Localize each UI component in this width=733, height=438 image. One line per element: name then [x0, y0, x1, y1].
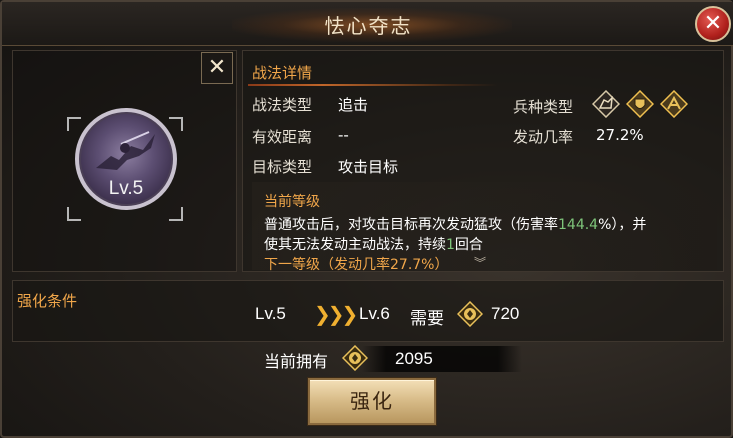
close-icon: ✕ — [703, 11, 723, 36]
next-level-text[interactable]: 下一等级（发动几率27.7%） — [264, 254, 448, 274]
cross-icon: ✕ — [207, 55, 227, 80]
skill-type-label: 战法类型 — [252, 96, 313, 114]
description-text: 使其无法发动主动战法，持续 — [264, 237, 446, 253]
triple-arrow-icon: ❯❯❯ — [314, 302, 358, 326]
title-bar: 怯心夺志 — [2, 2, 733, 46]
header-divider — [248, 84, 498, 86]
owned-bar — [362, 346, 522, 372]
frame-corner — [67, 207, 81, 221]
to-level: Lv.6 — [359, 304, 390, 323]
warrior-charge-icon — [96, 131, 155, 170]
current-level-title: 当前等级 — [264, 194, 320, 210]
description-text: 回合 — [454, 237, 483, 253]
skill-level-label: Lv.5 — [108, 178, 144, 199]
shield-icon — [626, 90, 654, 118]
description-text: 普通攻击后，对攻击目标再次发动猛攻（伤害率 — [264, 217, 558, 233]
skill-detail-window: 怯心夺志 ✕ ✕ Lv.5 战法详情 战法类型 追击 有效距离 -- 目标类型 … — [0, 0, 733, 438]
skill-icon[interactable]: Lv.5 — [75, 108, 177, 210]
cost-value: 720 — [491, 304, 520, 323]
skill-point-icon — [457, 301, 483, 327]
skill-point-icon — [342, 345, 368, 371]
frame-corner — [67, 117, 81, 131]
close-button[interactable]: ✕ — [695, 6, 731, 42]
range-label: 有效距离 — [252, 128, 313, 146]
description-line-1: 普通攻击后，对攻击目标再次发动猛攻（伤害率144.4%），并 — [264, 214, 646, 234]
owned-label: 当前拥有 — [264, 352, 329, 371]
trigger-rate-value: 27.2% — [596, 126, 644, 144]
chevron-down-icon[interactable]: ︾ — [474, 254, 486, 271]
owned-value: 2095 — [395, 349, 433, 368]
frame-corner — [169, 117, 183, 131]
archer-icon — [660, 90, 688, 118]
duration-value: 1 — [446, 237, 455, 253]
range-value: -- — [338, 126, 349, 144]
description-text: %），并 — [598, 217, 647, 233]
troop-type-label: 兵种类型 — [513, 98, 574, 116]
skill-type-value: 追击 — [338, 96, 369, 114]
frame-corner — [169, 207, 183, 221]
detail-header: 战法详情 — [252, 64, 313, 82]
damage-rate-value: 144.4 — [558, 217, 599, 233]
window-title: 怯心夺志 — [324, 14, 413, 38]
enhance-title: 强化条件 — [17, 292, 78, 310]
from-level: Lv.5 — [255, 304, 286, 323]
target-type-label: 目标类型 — [252, 158, 313, 176]
unequip-button[interactable]: ✕ — [201, 52, 233, 84]
target-type-value: 攻击目标 — [338, 158, 399, 176]
cavalry-icon — [592, 90, 620, 118]
description-line-2: 使其无法发动主动战法，持续1回合 — [264, 234, 483, 254]
need-label: 需要 — [410, 309, 444, 329]
trigger-rate-label: 发动几率 — [513, 128, 574, 146]
enhance-button[interactable]: 强化 — [308, 378, 436, 425]
